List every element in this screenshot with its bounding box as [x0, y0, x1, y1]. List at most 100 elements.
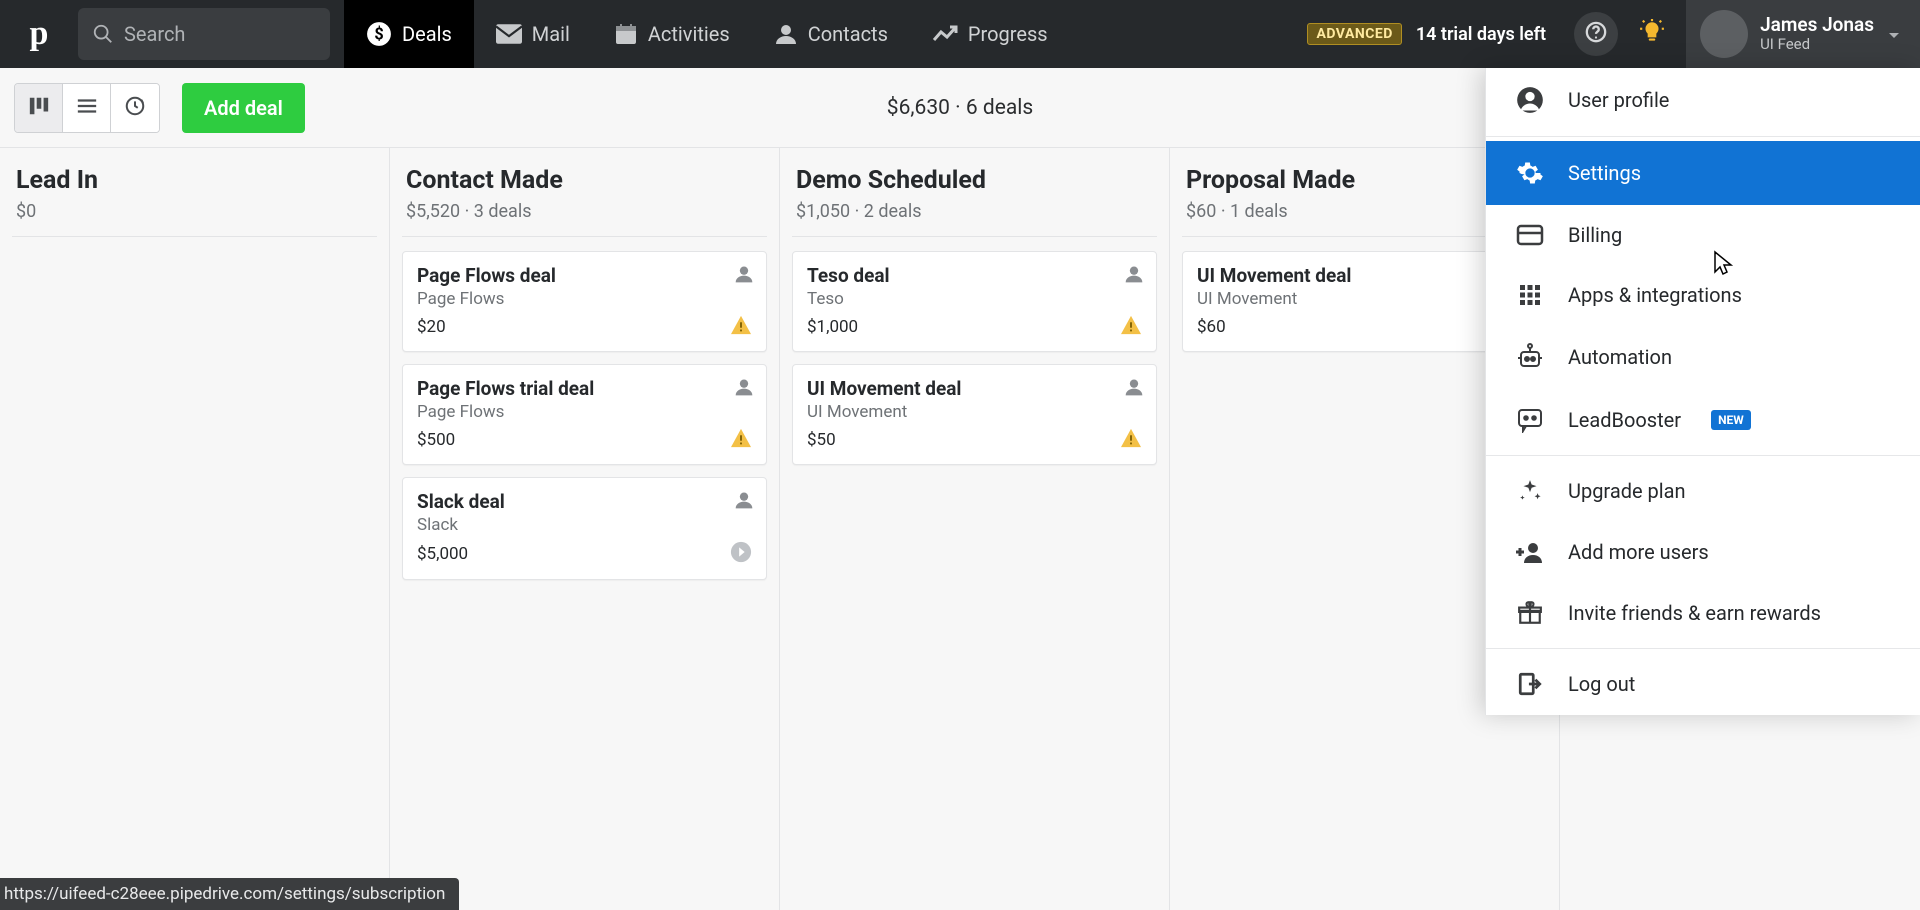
deal-card[interactable]: Page Flows trial dealPage Flows$500 — [402, 364, 767, 465]
menu-billing[interactable]: Billing — [1486, 205, 1920, 265]
pipeline-column: Contact Made$5,520 · 3 dealsPage Flows d… — [390, 148, 780, 910]
menu-upgrade[interactable]: Upgrade plan — [1486, 460, 1920, 522]
bulb-icon — [1639, 19, 1665, 49]
app-logo[interactable]: p — [0, 15, 78, 53]
progress-icon — [932, 24, 958, 44]
search-icon — [92, 23, 124, 45]
menu-settings[interactable]: Settings — [1486, 141, 1920, 205]
logout-icon — [1514, 671, 1546, 697]
pipeline-summary: $6,630 · 6 deals — [887, 96, 1033, 120]
deal-card[interactable]: Page Flows dealPage Flows $20 — [402, 251, 767, 352]
search-field[interactable] — [78, 8, 330, 60]
new-badge: NEW — [1711, 410, 1751, 430]
owner-icon — [1124, 264, 1144, 288]
nav-mail[interactable]: Mail — [474, 0, 592, 68]
owner-icon — [734, 490, 754, 514]
menu-leadbooster[interactable]: LeadBooster NEW — [1486, 389, 1920, 451]
deal-title: UI Movement deal — [807, 377, 1142, 400]
deal-title: Slack deal — [417, 490, 752, 513]
menu-label: LeadBooster — [1568, 408, 1681, 432]
nav-label: Progress — [968, 22, 1048, 46]
menu-label: User profile — [1568, 88, 1669, 112]
robot-icon — [1514, 343, 1546, 371]
cursor-icon — [1711, 250, 1735, 282]
column-subtitle: $1,050 · 2 deals — [796, 201, 1153, 222]
menu-apps[interactable]: Apps & integrations — [1486, 265, 1920, 325]
menu-invite[interactable]: Invite friends & earn rewards — [1486, 582, 1920, 644]
menu-separator — [1486, 455, 1920, 456]
menu-label: Upgrade plan — [1568, 479, 1686, 503]
column-header: Demo Scheduled $1,050 · 2 deals — [792, 166, 1157, 237]
view-switcher — [14, 83, 160, 133]
contacts-icon — [774, 22, 798, 46]
menu-logout[interactable]: Log out — [1486, 653, 1920, 715]
view-kanban-button[interactable] — [15, 84, 63, 132]
column-title: Demo Scheduled — [796, 166, 1153, 195]
menu-label: Automation — [1568, 345, 1672, 369]
nav-deals[interactable]: $ Deals — [344, 0, 474, 68]
apps-icon — [1514, 283, 1546, 307]
deal-org: Slack — [417, 515, 752, 535]
topbar: p $ Deals Mail Activities Contacts Progr… — [0, 0, 1920, 68]
add-user-icon — [1514, 540, 1546, 564]
help-button[interactable] — [1574, 12, 1618, 56]
plan-badge: ADVANCED — [1307, 23, 1401, 45]
topbar-right: ADVANCED 14 trial days left James Jonas … — [1307, 0, 1920, 68]
menu-user-profile[interactable]: User profile — [1486, 68, 1920, 132]
menu-automation[interactable]: Automation — [1486, 325, 1920, 389]
warning-icon — [730, 315, 752, 339]
warning-icon — [1120, 428, 1142, 452]
nav-label: Mail — [532, 22, 570, 46]
nav-contacts[interactable]: Contacts — [752, 0, 910, 68]
nav-activities[interactable]: Activities — [592, 0, 752, 68]
menu-label: Log out — [1568, 672, 1635, 696]
warning-icon — [730, 428, 752, 452]
owner-icon — [1124, 377, 1144, 401]
menu-label: Add more users — [1568, 540, 1709, 564]
calendar-icon — [614, 22, 638, 46]
deal-value: $20 — [417, 317, 446, 337]
deal-org: Page Flows — [417, 289, 752, 309]
owner-icon — [734, 377, 754, 401]
deal-title: UI Movement deal — [1197, 264, 1532, 287]
nav-progress[interactable]: Progress — [910, 0, 1070, 68]
deal-value: $50 — [807, 430, 836, 450]
next-step-icon — [730, 541, 752, 567]
deal-card[interactable]: UI Movement dealUI Movement$50 — [792, 364, 1157, 465]
add-deal-button[interactable]: Add deal — [182, 83, 305, 133]
chevron-down-icon — [1888, 25, 1900, 44]
deal-title: Page Flows deal — [417, 264, 752, 287]
user-menu-trigger[interactable]: James Jonas UI Feed — [1686, 0, 1920, 68]
user-company: UI Feed — [1760, 36, 1874, 53]
menu-separator — [1486, 648, 1920, 649]
column-title: Contact Made — [406, 166, 763, 195]
warning-icon — [1120, 315, 1142, 339]
menu-label: Apps & integrations — [1568, 283, 1742, 307]
deal-card[interactable]: Teso dealTeso$1,000 — [792, 251, 1157, 352]
nav-label: Contacts — [808, 22, 888, 46]
view-list-button[interactable] — [63, 84, 111, 132]
avatar — [1700, 10, 1748, 58]
deal-card[interactable]: Slack dealSlack$5,000 — [402, 477, 767, 580]
kanban-icon — [28, 95, 50, 121]
deal-value: $60 — [1197, 317, 1226, 337]
menu-add-users[interactable]: Add more users — [1486, 522, 1920, 582]
sparkle-icon — [1514, 478, 1546, 504]
menu-separator — [1486, 136, 1920, 137]
ideas-button[interactable] — [1630, 12, 1674, 56]
deal-value: $500 — [417, 430, 455, 450]
deal-org: Teso — [807, 289, 1142, 309]
trial-days[interactable]: 14 trial days left — [1416, 24, 1546, 45]
deals-icon: $ — [366, 21, 392, 47]
chatbot-icon — [1514, 407, 1546, 433]
gear-icon — [1514, 159, 1546, 187]
deal-title: Teso deal — [807, 264, 1142, 287]
menu-label: Billing — [1568, 223, 1622, 247]
user-name: James Jonas — [1760, 14, 1874, 36]
gift-icon — [1514, 600, 1546, 626]
search-input[interactable] — [124, 22, 316, 46]
status-bar-url: https://uifeed-c28eee.pipedrive.com/sett… — [0, 878, 459, 910]
deal-title: Page Flows trial deal — [417, 377, 752, 400]
view-forecast-button[interactable] — [111, 84, 159, 132]
owner-icon — [734, 264, 754, 288]
